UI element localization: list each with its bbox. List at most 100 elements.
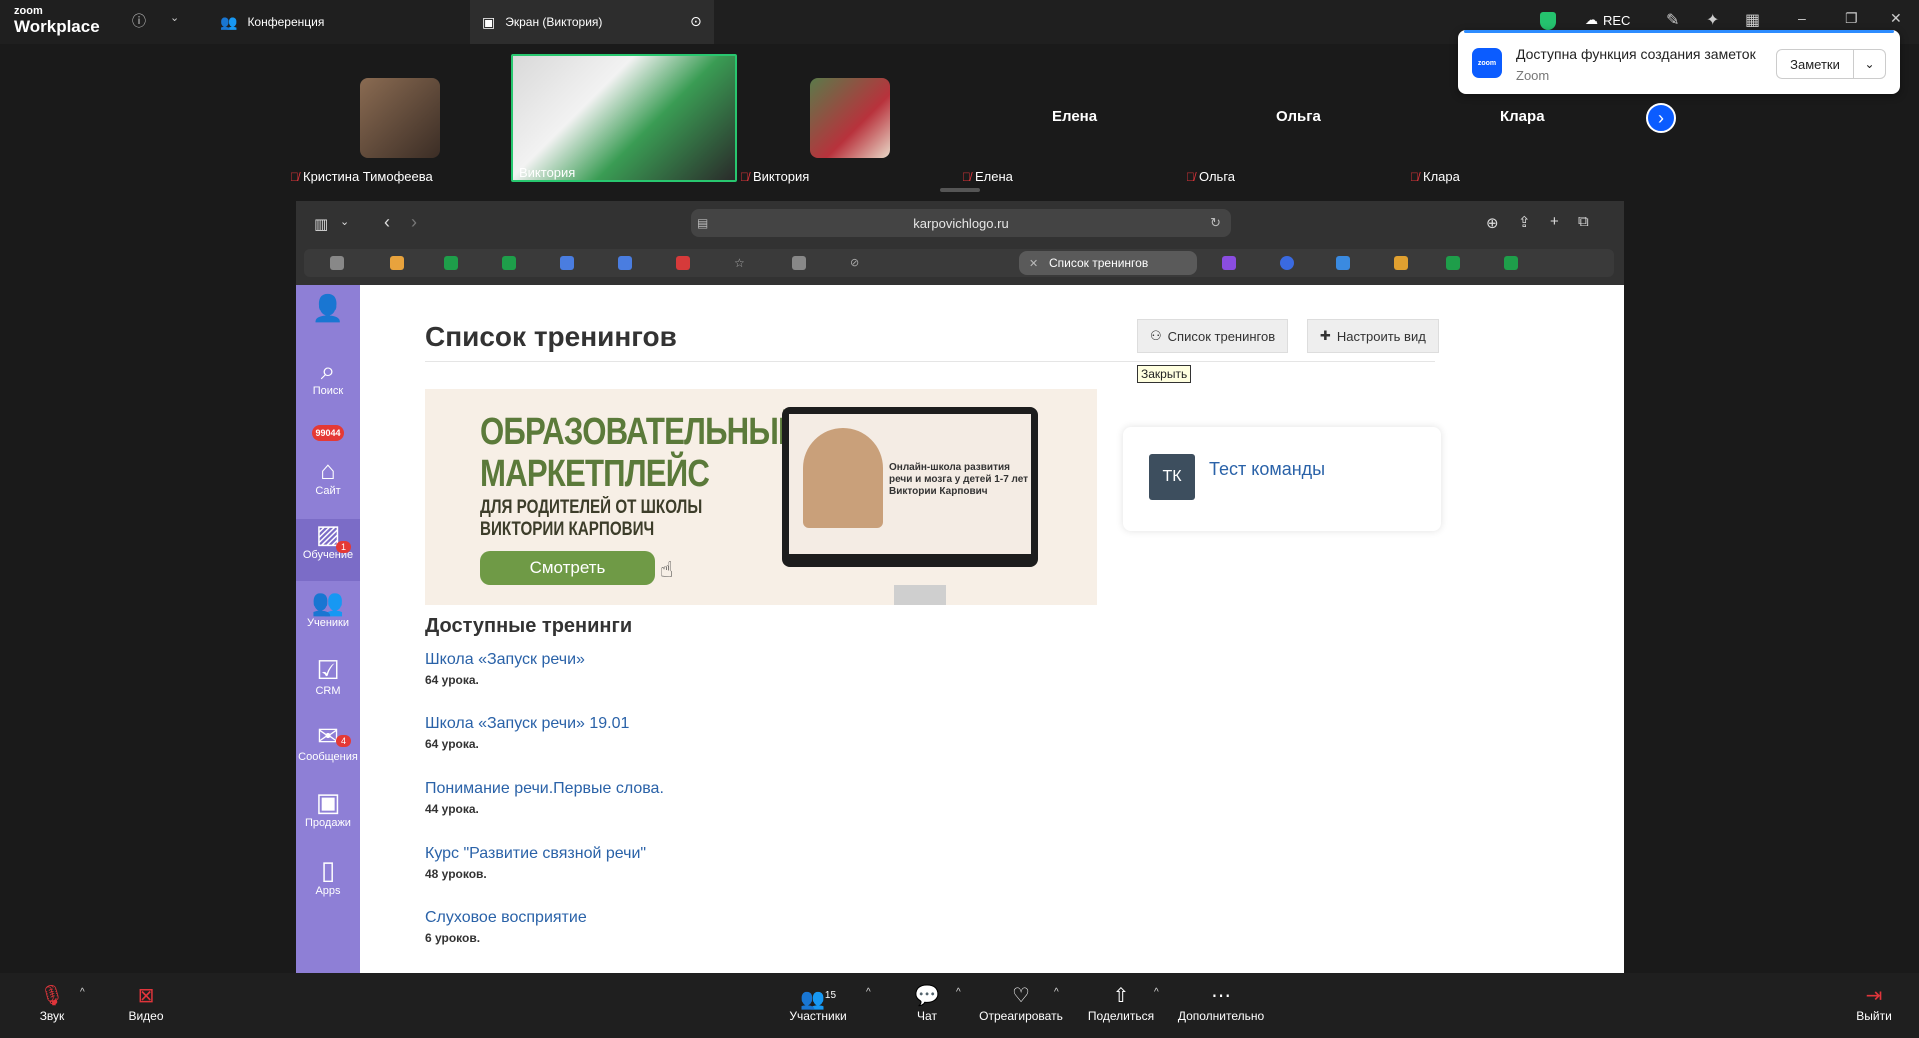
pencil-icon[interactable]: ✎ xyxy=(1666,10,1679,30)
recording-indicator[interactable]: ☁ REC xyxy=(1585,12,1630,28)
close-tab-icon[interactable]: ✕ xyxy=(1029,257,1038,270)
participant-tile[interactable]: Елена 🎙̸ Елена xyxy=(962,54,1142,184)
address-bar[interactable]: ▤ karpovichlogo.ru ↻ xyxy=(691,209,1231,237)
tab-favicon[interactable] xyxy=(676,256,690,270)
resize-handle[interactable] xyxy=(940,188,980,192)
tab-favicon[interactable] xyxy=(1394,256,1408,270)
forward-icon[interactable]: › xyxy=(411,212,417,233)
tooltip: Закрыть xyxy=(1137,365,1192,383)
banner-subtitle-1: ДЛЯ РОДИТЕЛЕЙ ОТ ШКОЛЫ xyxy=(480,497,703,518)
chat-button[interactable]: 💬 Чат xyxy=(914,983,940,1023)
tab-overview-icon[interactable]: ⧉ xyxy=(1578,213,1589,230)
tab-favicon[interactable] xyxy=(1504,256,1518,270)
course-link[interactable]: Школа «Запуск речи» xyxy=(425,651,585,669)
heart-icon: ♡ xyxy=(1012,985,1030,1007)
tab-active[interactable]: ✕ Список тренингов xyxy=(1019,251,1197,275)
download-icon[interactable]: ⊕ xyxy=(1486,214,1499,232)
audio-button[interactable]: 🎙 Звук xyxy=(36,983,68,1023)
mic-off-icon: 🎙̸ xyxy=(1410,169,1419,184)
compass-icon[interactable]: ⊘ xyxy=(850,256,864,270)
course-link[interactable]: Курс "Развитие связной речи" xyxy=(425,845,646,863)
customize-view-button[interactable]: ✚ Настроить вид xyxy=(1307,319,1439,353)
page-settings-icon[interactable]: ▤ xyxy=(697,216,708,230)
audio-options-caret[interactable]: ^ xyxy=(80,987,85,998)
tab-bar: ☆ ⊘ ✕ Список тренингов xyxy=(304,249,1614,277)
participant-name-large: Елена xyxy=(1052,108,1098,125)
leave-button[interactable]: ⇥ Выйти xyxy=(1854,983,1894,1023)
tab-favicon[interactable] xyxy=(1336,256,1350,270)
list-item: Школа «Запуск речи» 19.01 64 урока. xyxy=(425,715,629,751)
tab-conference[interactable]: 👥 Конференция xyxy=(208,0,468,44)
participant-tile[interactable]: Ольга 🎙̸ Ольга xyxy=(1186,54,1366,184)
course-link[interactable]: Слуховое восприятие xyxy=(425,909,587,927)
course-link[interactable]: Понимание речи.Первые слова. xyxy=(425,780,664,798)
tab-favicon[interactable] xyxy=(390,256,404,270)
participants-button[interactable]: 👥15 Участники xyxy=(786,983,850,1023)
notes-button[interactable]: Заметки xyxy=(1776,49,1854,79)
tab-screen-share[interactable]: ▣ Экран (Виктория) ⊙ xyxy=(470,0,714,44)
react-options-caret[interactable]: ^ xyxy=(1054,987,1059,998)
participants-options-caret[interactable]: ^ xyxy=(866,987,871,998)
marketplace-banner[interactable]: ОБРАЗОВАТЕЛЬНЫЙ МАРКЕТПЛЕЙС ДЛЯ РОДИТЕЛЕ… xyxy=(425,389,1097,605)
participant-tile[interactable]: 🎙̸ Кристина Тимофеева xyxy=(290,54,450,184)
mail-icon: ✉ xyxy=(317,721,339,751)
reload-icon[interactable]: ↻ xyxy=(1210,215,1221,231)
watch-button[interactable]: Смотреть xyxy=(480,551,655,585)
close-icon[interactable]: ✕ xyxy=(1890,10,1902,27)
participant-icon: ▣ xyxy=(482,13,496,30)
tab-favicon[interactable] xyxy=(1222,256,1236,270)
more-button[interactable]: ⋯ Дополнительно xyxy=(1176,983,1266,1023)
tab-favicon[interactable] xyxy=(330,256,344,270)
restore-icon[interactable]: ❐ xyxy=(1845,10,1858,27)
video-button[interactable]: ⊠ Видео xyxy=(126,983,166,1023)
sidebar-item-search[interactable]: ⌕ Поиск xyxy=(296,355,360,397)
tab-favicon[interactable] xyxy=(560,256,574,270)
notification-source: Zoom xyxy=(1516,68,1550,83)
sidebar-toggle-icon[interactable]: ▥ xyxy=(314,215,328,233)
course-link[interactable]: Школа «Запуск речи» 19.01 xyxy=(425,715,629,733)
apps-grid-icon[interactable]: ▦ xyxy=(1745,10,1760,30)
tab-favicon[interactable] xyxy=(502,256,516,270)
info-icon[interactable]: ⓘ xyxy=(132,11,146,31)
list-item: Школа «Запуск речи» 64 урока. xyxy=(425,651,585,687)
tab-favicon[interactable] xyxy=(444,256,458,270)
tab-favicon[interactable] xyxy=(1280,256,1294,270)
participant-tile-active-speaker[interactable]: Виктория xyxy=(511,54,737,184)
encryption-shield-icon[interactable] xyxy=(1540,12,1556,30)
share-options-caret[interactable]: ^ xyxy=(1154,987,1159,998)
sidebar-item-apps[interactable]: ▯ Apps xyxy=(296,855,360,897)
course-lessons: 48 уроков. xyxy=(425,867,487,881)
tab-favicon[interactable] xyxy=(1446,256,1460,270)
back-icon[interactable]: ‹ xyxy=(384,212,390,233)
profile-avatar[interactable]: 👤 xyxy=(296,293,360,323)
sparkle-icon[interactable]: ✦ xyxy=(1706,10,1719,30)
browser-toolbar: ▥ ⌄ ‹ › ▤ karpovichlogo.ru ↻ ⊕ ⇪ + ⧉ ☆ ⊘… xyxy=(296,201,1624,285)
team-card[interactable]: ТК Тест команды xyxy=(1123,427,1441,531)
sidebar-item-learning[interactable]: ▨ Обучение xyxy=(296,519,360,581)
team-name-link[interactable]: Тест команды xyxy=(1209,459,1325,480)
chevron-down-icon[interactable]: ⌄ xyxy=(170,11,179,24)
tab-favicon[interactable] xyxy=(618,256,632,270)
course-lessons: 64 урока. xyxy=(425,673,479,687)
sidebar-item-site[interactable]: ⌂ Сайт xyxy=(296,455,360,497)
chevron-down-icon: ⌄ xyxy=(1864,57,1875,71)
participant-name-large: Ольга xyxy=(1276,108,1321,125)
react-button[interactable]: ♡ Отреагировать xyxy=(978,983,1064,1023)
star-icon[interactable]: ☆ xyxy=(734,256,748,270)
sidebar-item-sales[interactable]: ▣ Продажи xyxy=(296,787,360,829)
tab-favicon[interactable] xyxy=(792,256,806,270)
chat-options-caret[interactable]: ^ xyxy=(956,987,961,998)
training-list-button[interactable]: ⚇ Список тренингов xyxy=(1137,319,1289,353)
share-button[interactable]: ⇧ Поделиться xyxy=(1086,983,1156,1023)
next-page-button[interactable]: › xyxy=(1646,103,1676,133)
minimize-icon[interactable]: – xyxy=(1798,10,1806,26)
notes-dropdown-button[interactable]: ⌄ xyxy=(1854,49,1886,79)
participant-tile[interactable]: 🎙̸ Виктория xyxy=(740,54,900,184)
share-icon[interactable]: ⇪ xyxy=(1518,213,1531,231)
new-tab-icon[interactable]: + xyxy=(1550,213,1559,230)
more-options-icon[interactable]: ⊙ xyxy=(690,13,702,30)
sidebar-item-crm[interactable]: ☑ CRM xyxy=(296,655,360,697)
list-item: Слуховое восприятие 6 уроков. xyxy=(425,909,587,945)
chevron-down-icon[interactable]: ⌄ xyxy=(340,215,349,228)
sidebar-item-students[interactable]: 👥 Ученики xyxy=(296,587,360,629)
